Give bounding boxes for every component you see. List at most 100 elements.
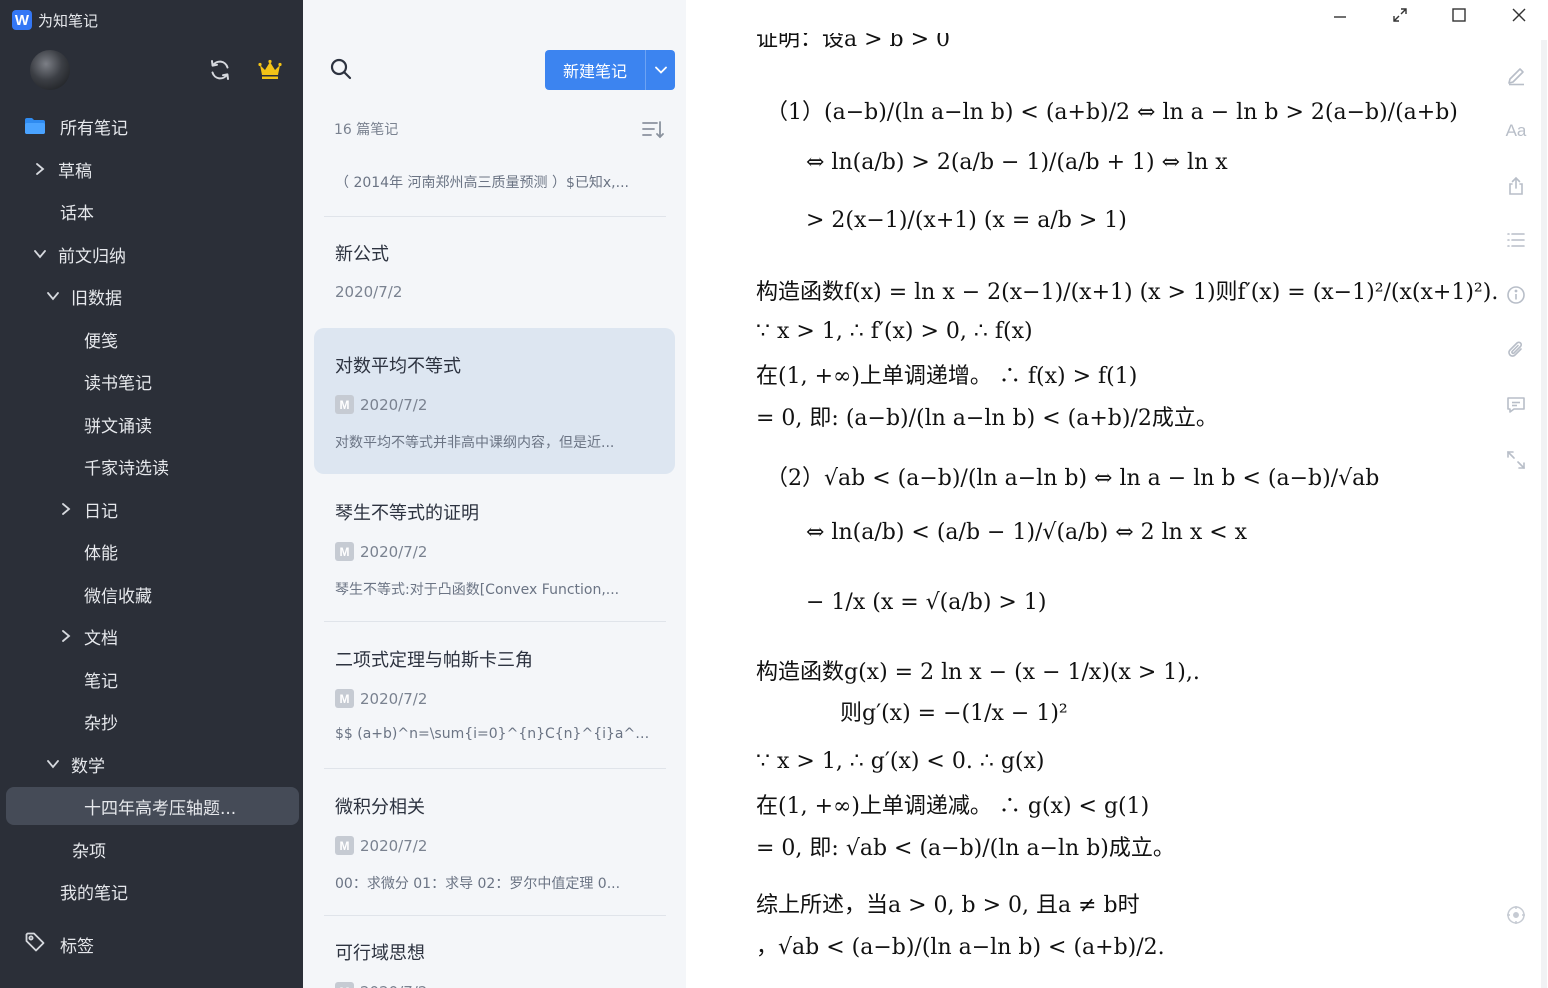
math-line: = 0, 即: √ab < (a−b)/(ln a−ln b)成立。 [756,836,1175,861]
note-meta: M 2020/7/2 [335,836,427,855]
font-icon[interactable]: Aa [1503,118,1529,144]
share-icon[interactable] [1503,173,1529,199]
locate-icon[interactable] [1503,902,1529,928]
note-summary: $$ (a+b)^n=\sum{i=0}^{n}C{n}^{i}a^{n-i}b… [335,726,655,742]
sidebar-item-folder[interactable]: 微信收藏 [84,575,152,613]
math-line: ⇔ ln(a/b) < (a/b − 1)/√(a/b) ⇔ 2 ln x < … [806,520,1248,545]
new-note-button[interactable]: 新建笔记 [545,50,675,90]
folder-icon [24,117,46,135]
sort-icon[interactable] [641,119,665,141]
note-content[interactable]: 证明：设a > b > 0 （1）(a−b)/(ln a−ln b) < (a+… [756,0,1498,988]
sidebar-item-folder[interactable]: 话本 [60,192,94,230]
markdown-icon: M [335,689,354,708]
chevron-right-icon[interactable] [58,501,74,517]
sidebar-item-label: 文档 [84,628,118,649]
sidebar-item-folder[interactable]: 骈文诵读 [84,405,152,443]
math-line: 则g′(x) = −(1/x − 1)² [840,701,1068,726]
attachment-icon[interactable] [1503,337,1529,363]
chevron-down-icon[interactable] [45,756,61,772]
sidebar-item-folder[interactable]: 笔记 [84,660,118,698]
note-meta: 2020/7/2 [335,283,402,301]
edit-icon[interactable] [1503,63,1529,89]
math-line: ∵ x > 1, ∴ f′(x) > 0, ∴ f(x) [756,319,1033,344]
math-line: 构造函数g(x) = 2 ln x − (x − 1/x)(x > 1),. [756,660,1200,685]
note-meta: M 2020/7/2 [335,982,427,988]
sidebar-item-folder[interactable]: 杂项 [72,830,106,868]
sidebar-item-folder[interactable]: 前文归纳 [32,235,126,273]
sidebar-item-tags[interactable]: 标签 [24,925,94,963]
sidebar-item-folder[interactable]: 便笺 [84,320,118,358]
note-card[interactable]: 琴生不等式的证明 M 2020/7/2 琴生不等式:对于凸函数[Convex Func… [314,475,675,621]
sidebar-item-label: 体能 [84,543,118,564]
chevron-down-icon[interactable] [645,50,675,90]
sidebar-item-label: 读书笔记 [84,373,152,394]
note-date: 2020/7/2 [360,983,427,988]
note-title: 对数平均不等式 [335,356,461,377]
crown-icon[interactable] [256,58,284,82]
sync-icon[interactable] [207,57,233,83]
note-summary-partial[interactable]: （ 2014年 河南郑州高三质量预测 ）$已知x,... [335,172,665,192]
app-logo: W [12,10,32,30]
chevron-down-icon[interactable] [45,288,61,304]
chevron-right-icon[interactable] [58,628,74,644]
sidebar-item-folder[interactable]: 数学 [45,745,105,783]
sidebar-item-folder[interactable]: 十四年高考压轴题... [6,787,299,825]
sidebar-item-label: 旧数据 [71,288,122,309]
app-title: 为知笔记 [38,11,99,30]
note-card[interactable]: 新公式 2020/7/2 [314,217,675,327]
sidebar-item-folder[interactable]: 千家诗选读 [84,447,169,485]
math-line: （2）√ab < (a−b)/(ln a−ln b) ⇔ ln a − ln b… [766,466,1380,491]
sidebar-item-folder[interactable]: 我的笔记 [60,872,128,910]
note-summary: 琴生不等式:对于凸函数[Convex Function,... [335,582,620,598]
math-line: 在(1, +∞)上单调递减。 ∴ g(x) < g(1) [756,794,1150,819]
note-title: 可行域思想 [335,943,425,964]
outline-icon[interactable] [1503,227,1529,253]
search-icon[interactable] [329,57,353,81]
math-line: − 1/x (x = √(a/b) > 1) [806,590,1047,615]
sidebar-item-label: 笔记 [84,671,118,692]
chevron-right-icon[interactable] [32,161,48,177]
sidebar-item-label: 草稿 [58,161,92,182]
note-meta: M 2020/7/2 [335,689,427,708]
note-card[interactable]: 二项式定理与帕斯卡三角 M 2020/7/2 $$ (a+b)^n=\sum{i=0}… [314,622,675,768]
sidebar-item-folder[interactable]: 草稿 [32,150,92,188]
note-date: 2020/7/2 [360,836,428,855]
info-icon[interactable] [1503,282,1529,308]
app-window: W 为知笔记 所有笔记 草稿 话本 前文归纳 旧数据 便笺 读书笔记 骈文诵读 … [0,0,1548,988]
chevron-down-icon[interactable] [32,246,48,262]
sidebar-item-all-notes[interactable]: 所有笔记 [24,107,128,145]
note-card[interactable]: 对数平均不等式 M 2020/7/2 对数平均不等式并非高中课纲内容，但是近... [314,328,675,474]
sidebar-item-label: 话本 [60,203,94,224]
sidebar-item-folder[interactable]: 文档 [58,617,118,655]
sidebar-item-label: 微信收藏 [84,586,152,607]
close-icon[interactable] [1508,4,1530,26]
note-title: 微积分相关 [335,797,425,818]
note-title: 二项式定理与帕斯卡三角 [335,650,533,671]
sidebar-item-folder[interactable]: 旧数据 [45,277,122,315]
sidebar-item-folder[interactable]: 杂抄 [84,702,118,740]
sidebar-item-label: 杂抄 [84,713,118,734]
note-card[interactable]: 微积分相关 M 2020/7/2 00：求微分 01：求导 02：罗尔中值定理 0..… [314,769,675,915]
note-card[interactable]: 可行域思想 M 2020/7/2 [314,915,675,988]
math-line: ⇔ ln(a/b) > 2(a/b − 1)/(a/b + 1) ⇔ ln x [806,150,1228,175]
sidebar-item-label: 数学 [71,756,105,777]
note-list-panel: 新建笔记 16 篇笔记 （ 2014年 河南郑州高三质量预测 ）$已知x,...… [303,0,686,988]
sidebar-item-label: 便笺 [84,331,118,352]
note-count: 16 篇笔记 [334,122,399,138]
note-date: 2020/7/2 [360,542,428,561]
math-line: > 2(x−1)/(x+1) (x = a/b > 1) [806,208,1127,233]
math-line: 在(1, +∞)上单调递增。 ∴ f(x) > f(1) [756,364,1138,389]
sidebar-item-folder[interactable]: 体能 [84,532,118,570]
note-date: 2020/7/2 [360,395,428,414]
avatar[interactable] [30,50,70,90]
scrollbar[interactable] [1541,40,1547,988]
markdown-icon: M [335,395,354,414]
comment-icon[interactable] [1503,392,1529,418]
sidebar-item-folder[interactable]: 读书笔记 [84,362,152,400]
note-meta: M 2020/7/2 [335,395,427,414]
tag-icon [24,931,46,958]
note-summary: 00：求微分 01：求导 02：罗尔中值定理 0... [335,876,621,892]
math-line: （1）(a−b)/(ln a−ln b) < (a+b)/2 ⇔ ln a − … [766,100,1458,125]
fullscreen-icon[interactable] [1503,447,1529,473]
sidebar-item-folder[interactable]: 日记 [58,490,118,528]
